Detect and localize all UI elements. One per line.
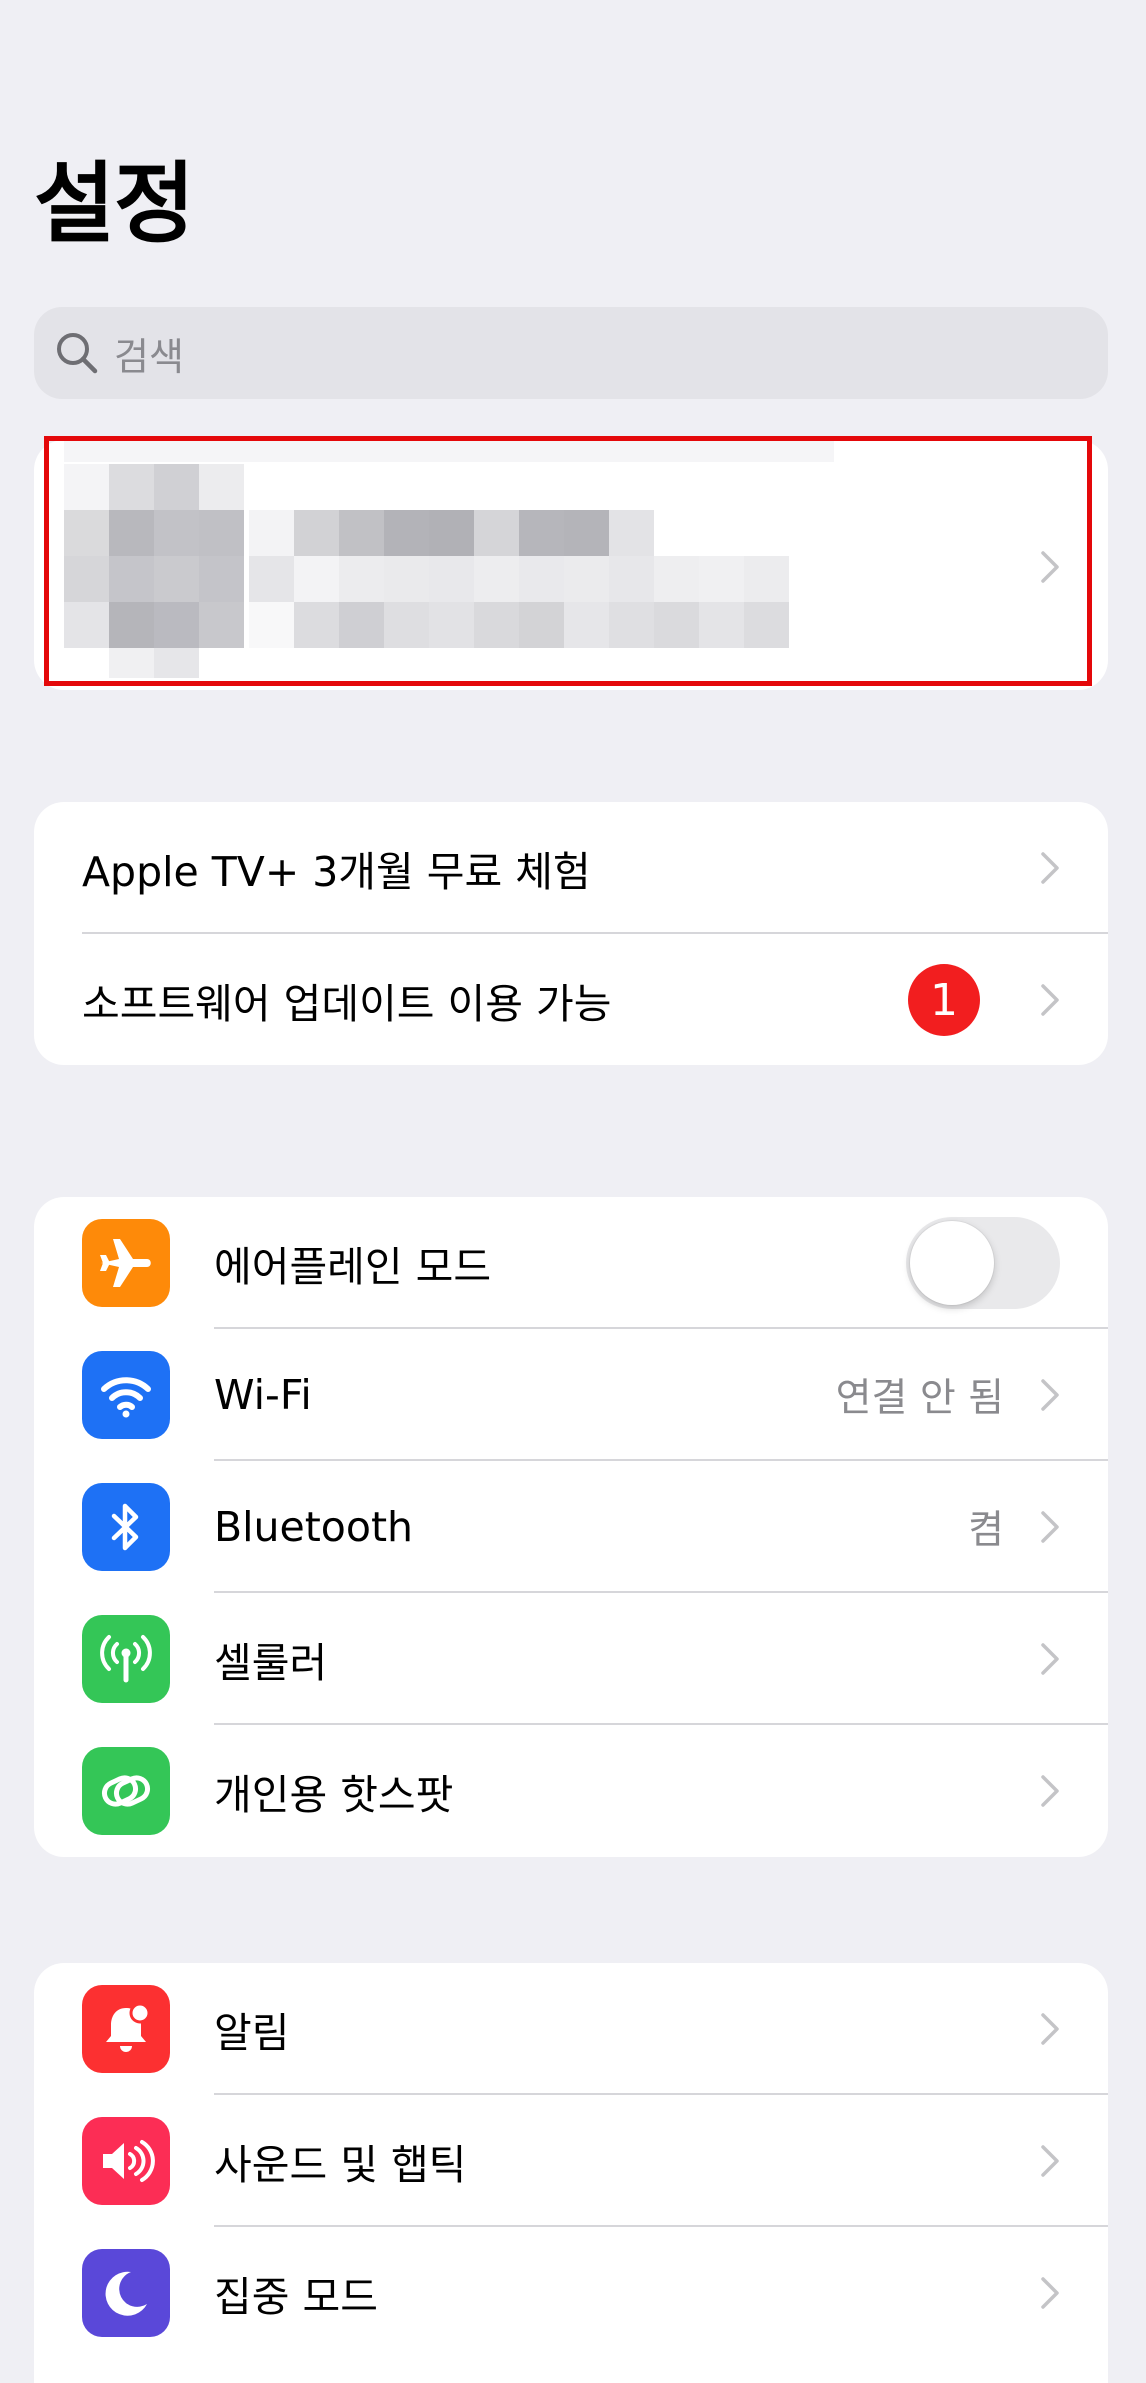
notification-badge: 1 [908, 964, 980, 1036]
antenna-icon [82, 1615, 170, 1703]
notifications-group: 알림 사운드 및 햅틱 집중 모드 [34, 1963, 1108, 2383]
wifi-status: 연결 안 됨 [835, 1376, 1004, 1421]
personal-hotspot-row[interactable]: 개인용 핫스팟 [34, 1725, 1108, 1857]
wifi-row[interactable]: Wi-Fi 연결 안 됨 [34, 1329, 1108, 1461]
page-title: 설정 [34, 152, 195, 255]
chevron-right-icon [1041, 2013, 1059, 2045]
search-bar[interactable]: 검색 [34, 307, 1108, 399]
sound-haptics-label: 사운드 및 햅틱 [214, 2141, 467, 2189]
chevron-right-icon [1041, 984, 1059, 1016]
sound-haptics-row[interactable]: 사운드 및 햅틱 [34, 2095, 1108, 2227]
chevron-right-icon [1041, 2277, 1059, 2309]
software-update-label: 소프트웨어 업데이트 이용 가능 [82, 980, 612, 1028]
speaker-icon [82, 2117, 170, 2205]
bluetooth-status: 켬 [968, 1508, 1004, 1553]
bluetooth-row[interactable]: Bluetooth 켬 [34, 1461, 1108, 1593]
airplane-mode-label: 에어플레인 모드 [214, 1243, 492, 1291]
bluetooth-icon [82, 1483, 170, 1571]
bluetooth-label: Bluetooth [214, 1503, 414, 1551]
search-placeholder: 검색 [114, 334, 184, 379]
chevron-right-icon [1041, 2145, 1059, 2177]
personal-hotspot-label: 개인용 핫스팟 [214, 1771, 454, 1819]
focus-label: 집중 모드 [214, 2273, 378, 2321]
focus-row[interactable]: 집중 모드 [34, 2227, 1108, 2359]
promo-group: Apple TV+ 3개월 무료 체험 소프트웨어 업데이트 이용 가능 1 [34, 802, 1108, 1065]
connectivity-group: 에어플레인 모드 Wi-Fi 연결 안 됨 Bluetooth 켬 셀룰러 개인… [34, 1197, 1108, 1857]
search-icon [57, 333, 98, 374]
appletv-offer-label: Apple TV+ 3개월 무료 체험 [82, 848, 591, 896]
cellular-label: 셀룰러 [214, 1639, 328, 1687]
wifi-icon [82, 1351, 170, 1439]
chevron-right-icon [1041, 852, 1059, 884]
airplane-mode-toggle[interactable] [906, 1217, 1060, 1309]
chevron-right-icon [1041, 1379, 1059, 1411]
wifi-label: Wi-Fi [214, 1371, 312, 1419]
software-update-row[interactable]: 소프트웨어 업데이트 이용 가능 1 [34, 934, 1108, 1065]
highlight-box [44, 436, 1092, 686]
airplane-mode-row[interactable]: 에어플레인 모드 [34, 1197, 1108, 1329]
notifications-label: 알림 [214, 2009, 290, 2057]
airplane-icon [82, 1219, 170, 1307]
toggle-knob [910, 1221, 994, 1305]
appletv-offer-row[interactable]: Apple TV+ 3개월 무료 체험 [34, 802, 1108, 934]
bell-badge-icon [82, 1985, 170, 2073]
notifications-row[interactable]: 알림 [34, 1963, 1108, 2095]
hotspot-link-icon [82, 1747, 170, 1835]
chevron-right-icon [1041, 1511, 1059, 1543]
chevron-right-icon [1041, 1775, 1059, 1807]
chevron-right-icon [1041, 1643, 1059, 1675]
moon-icon [82, 2249, 170, 2337]
cellular-row[interactable]: 셀룰러 [34, 1593, 1108, 1725]
